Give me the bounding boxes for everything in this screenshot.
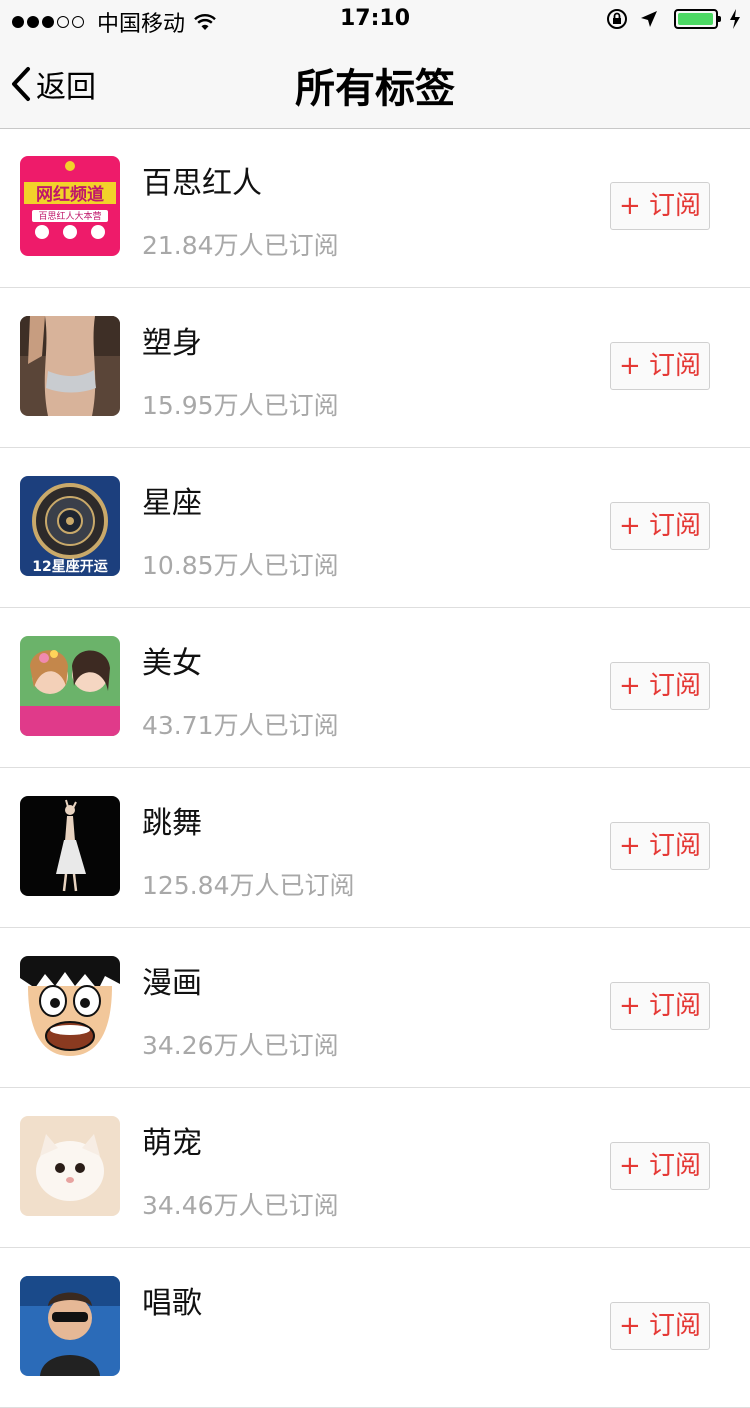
subscriber-count: 34.46万人已订阅 [142,1191,339,1220]
subscriber-count: 21.84万人已订阅 [142,231,339,260]
status-bar: 中国移动 17:10 [0,0,750,40]
zodiac-caption: 12星座开运 [32,558,107,575]
tag-row[interactable]: 网红频道 百思红人大本营 百思红人 21.84万人已订阅 + 订阅 [0,128,750,288]
battery-icon [674,9,721,29]
body-shaping-photo [20,316,120,416]
tag-name: 美女 [142,646,202,681]
subscriber-count: 15.95万人已订阅 [142,391,339,420]
subscribe-button[interactable]: + 订阅 [610,822,710,870]
subscribe-button[interactable]: + 订阅 [610,342,710,390]
tag-list: 网红频道 百思红人大本营 百思红人 21.84万人已订阅 + 订阅 塑身 15.… [0,128,750,1408]
subscribe-button[interactable]: + 订阅 [610,1302,710,1350]
subscriber-count: 10.85万人已订阅 [142,551,339,580]
tag-row[interactable]: 塑身 15.95万人已订阅 + 订阅 [0,288,750,448]
tag-row[interactable]: 12星座开运 星座 10.85万人已订阅 + 订阅 [0,448,750,608]
subscribe-button[interactable]: + 订阅 [610,662,710,710]
cartoon-face-icon [20,956,120,1056]
zodiac-wheel-icon: 12星座开运 [20,476,120,576]
tag-name: 百思红人 [142,166,262,201]
subscribe-button[interactable]: + 订阅 [610,1142,710,1190]
wanghong-logo-text: 网红频道 [36,184,104,205]
wanghong-sub-text: 百思红人大本营 [38,210,101,222]
singer-photo [20,1276,120,1376]
orientation-lock-icon [607,9,627,29]
subscribe-button[interactable]: + 订阅 [610,982,710,1030]
status-right [596,8,742,30]
tag-name: 星座 [142,486,202,521]
dancer-photo [20,796,120,896]
charging-bolt-icon [730,9,740,29]
tag-name: 唱歌 [142,1286,202,1321]
tag-row[interactable]: 萌宠 34.46万人已订阅 + 订阅 [0,1088,750,1248]
tag-row[interactable]: 跳舞 125.84万人已订阅 + 订阅 [0,768,750,928]
tag-name: 跳舞 [142,806,202,841]
subscriber-count: 34.26万人已订阅 [142,1031,339,1060]
subscriber-count: 43.71万人已订阅 [142,711,339,740]
subscribe-button[interactable]: + 订阅 [610,182,710,230]
tag-row[interactable]: 唱歌 + 订阅 [0,1248,750,1408]
tag-name: 萌宠 [142,1126,202,1161]
tag-name: 漫画 [142,966,202,1001]
subscribe-button[interactable]: + 订阅 [610,502,710,550]
beauty-photo [20,636,120,736]
page-title: 所有标签 [295,66,455,112]
kitten-photo [20,1116,120,1216]
tag-row[interactable]: 美女 43.71万人已订阅 + 订阅 [0,608,750,768]
tag-name: 塑身 [142,326,202,361]
subscriber-count: 125.84万人已订阅 [142,871,355,900]
navigation-bar: 返回 所有标签 [0,40,750,129]
location-arrow-icon [641,11,657,27]
wanghong-channel-icon: 网红频道 百思红人大本营 [20,156,120,256]
tag-row[interactable]: 漫画 34.26万人已订阅 + 订阅 [0,928,750,1088]
